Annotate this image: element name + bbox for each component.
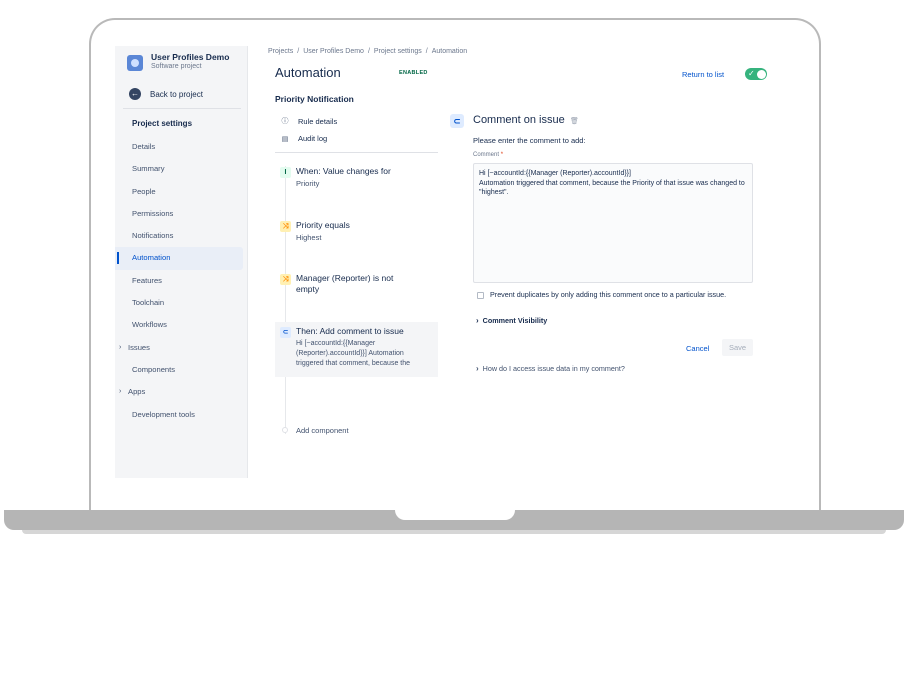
app-screen: User Profiles Demo Software project ← Ba… [115,46,805,506]
laptop-notch [395,510,515,520]
rule-step-condition-priority[interactable]: ⤨ Priority equals Highest [275,220,438,243]
add-component-dot [282,427,288,433]
sidebar-item-issues[interactable]: › Issues [115,337,248,359]
sidebar-item-features[interactable]: Features [115,270,248,292]
project-type: Software project [151,63,202,70]
sidebar-item-permissions[interactable]: Permissions [115,203,248,225]
rule-step-trigger[interactable]: I When: Value changes for Priority [275,166,438,189]
cancel-button[interactable]: Cancel [682,341,713,356]
comment-textarea[interactable]: Hi [~accountId:{{Manager (Reporter).acco… [473,163,753,283]
sidebar-item-toolchain[interactable]: Toolchain [115,292,248,314]
comment-visibility-expander[interactable]: › Comment Visibility [476,316,547,325]
arrow-left-icon: ← [129,88,141,100]
return-to-list-link[interactable]: Return to list [682,70,724,79]
rule-timeline-line [285,166,286,434]
rule-name: Priority Notification [275,94,354,104]
sidebar-divider [123,108,241,109]
project-name: User Profiles Demo [151,52,230,62]
condition-icon: ⤨ [280,274,291,285]
rule-enabled-toggle[interactable]: ✓ [745,68,767,80]
rule-step-condition-manager[interactable]: ⤨ Manager (Reporter) is not empty [275,273,438,295]
save-button[interactable]: Save [722,339,754,356]
laptop-screen-frame: User Profiles Demo Software project ← Ba… [89,18,821,518]
required-mark: * [500,152,504,158]
rule-details-link[interactable]: ⓘ Rule details [281,116,338,126]
help-expander[interactable]: › How do I access issue data in my commen… [476,364,625,373]
sidebar-item-workflows[interactable]: Workflows [115,314,248,336]
trigger-icon: I [280,167,291,178]
chevron-right-icon: › [476,364,479,373]
sidebar-item-components[interactable]: Components [115,359,248,381]
prevent-duplicates-option[interactable]: Prevent duplicates by only adding this c… [477,290,747,300]
delete-icon[interactable]: 🗑 [570,117,579,125]
sidebar-item-development-tools[interactable]: Development tools [115,404,248,426]
prevent-duplicates-label: Prevent duplicates by only adding this c… [490,290,727,299]
chevron-right-icon: › [119,388,122,396]
breadcrumb: Projects / User Profiles Demo / Project sett… [268,48,468,55]
sidebar-nav: Details Summary People Permissions Notif… [115,136,248,426]
back-to-project-link[interactable]: ← Back to project [129,88,203,100]
condition-icon: ⤨ [280,221,291,232]
rule-step-action-comment[interactable]: ⊂ Then: Add comment to issue Hi [~accoun… [275,322,438,377]
breadcrumb-automation[interactable]: Automation [432,48,467,55]
audit-log-link[interactable]: ▤ Audit log [281,134,328,143]
comment-field-label: Comment * [473,152,504,158]
sidebar-item-details[interactable]: Details [115,136,248,158]
sidebar-section-title: Project settings [132,119,193,128]
sidebar-item-summary[interactable]: Summary [115,158,248,180]
comment-prompt: Please enter the comment to add: [473,136,586,145]
check-icon: ✓ [748,69,755,78]
project-header[interactable]: User Profiles Demo Software project [127,52,229,71]
status-badge: ENABLED [399,70,428,76]
add-component-button[interactable]: Add component [296,426,349,435]
toggle-knob [756,69,766,79]
breadcrumb-project[interactable]: User Profiles Demo [303,48,364,55]
laptop-foot [22,530,886,534]
chevron-right-icon: › [119,343,122,351]
document-icon: ▤ [281,135,289,143]
rule-divider [275,152,438,153]
project-sidebar: User Profiles Demo Software project ← Ba… [115,46,248,478]
sidebar-item-people[interactable]: People [115,181,248,203]
comment-action-icon: ⊂ [450,114,464,128]
sidebar-item-automation[interactable]: Automation [115,247,243,270]
panel-title: Comment on issue [473,114,565,126]
sidebar-item-apps[interactable]: › Apps [115,381,248,403]
back-label: Back to project [150,89,203,99]
breadcrumb-projects[interactable]: Projects [268,48,293,55]
project-avatar-icon [127,55,143,71]
sidebar-item-notifications[interactable]: Notifications [115,225,248,247]
prevent-duplicates-checkbox[interactable] [477,291,484,299]
breadcrumb-settings[interactable]: Project settings [374,48,422,55]
info-icon: ⓘ [281,118,289,125]
comment-action-icon: ⊂ [280,327,291,338]
chevron-right-icon: › [476,316,479,325]
page-title: Automation [275,65,341,80]
